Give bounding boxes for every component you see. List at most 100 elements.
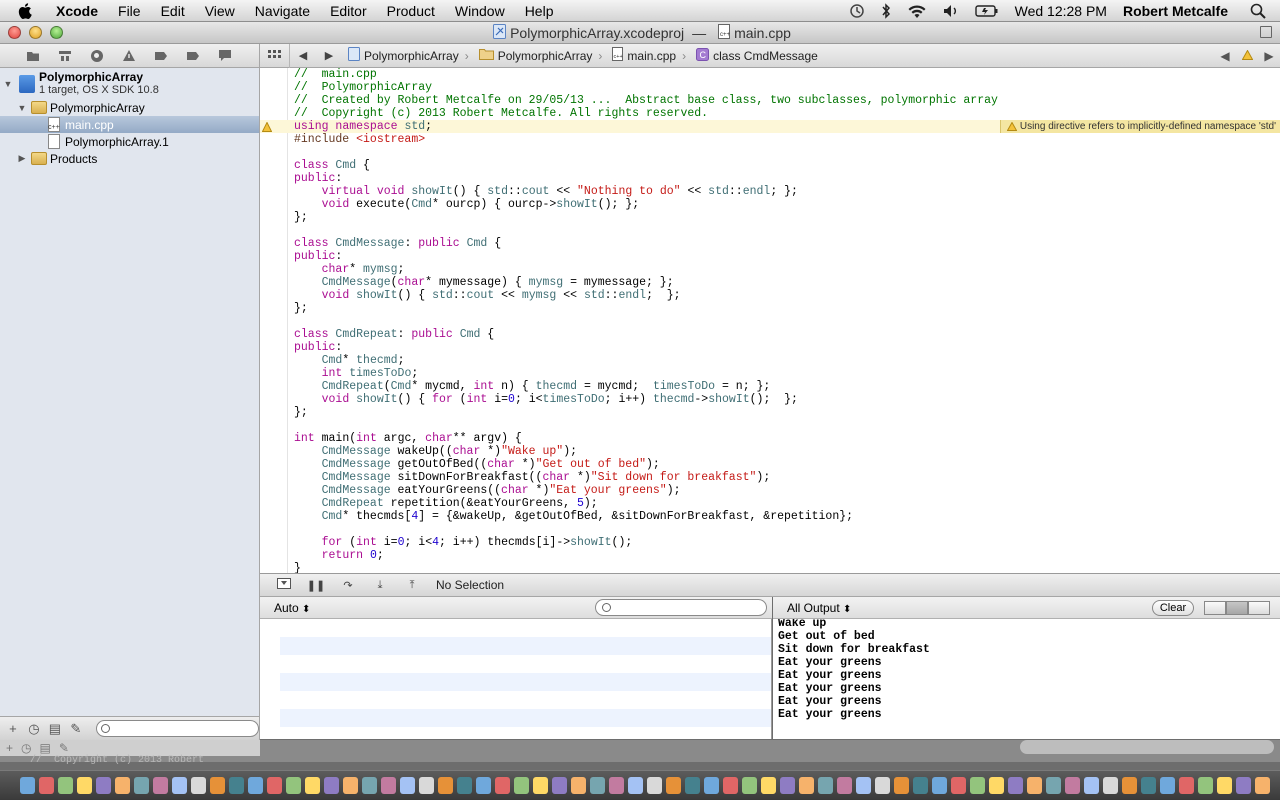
disclosure-expanded-icon[interactable]: ▼ bbox=[3, 79, 13, 89]
tree-group[interactable]: ▼ PolymorphicArray bbox=[0, 99, 259, 116]
code-line[interactable]: CmdRepeat repetition(&eatYourGreens, 5); bbox=[294, 497, 598, 510]
code-line[interactable]: class CmdRepeat: public Cmd { bbox=[294, 328, 494, 341]
code-line[interactable]: } bbox=[294, 562, 301, 573]
dock-app-icon[interactable] bbox=[666, 777, 681, 794]
wifi-icon[interactable] bbox=[899, 4, 935, 19]
dock-app-icon[interactable] bbox=[476, 777, 491, 794]
spotlight-icon[interactable] bbox=[1242, 3, 1280, 19]
menu-file[interactable]: File bbox=[108, 0, 151, 22]
dock-app-icon[interactable] bbox=[210, 777, 225, 794]
dock-app-icon[interactable] bbox=[913, 777, 928, 794]
code-line[interactable]: CmdMessage sitDownForBreakfast((char *)"… bbox=[294, 471, 771, 484]
show-console-only-icon[interactable] bbox=[1248, 601, 1270, 615]
step-into-icon[interactable]: ⤓ bbox=[364, 579, 396, 592]
related-items-icon[interactable] bbox=[260, 43, 290, 68]
code-line[interactable]: CmdMessage(char* mymessage) { mymsg = my… bbox=[294, 276, 674, 289]
time-machine-icon[interactable] bbox=[841, 3, 873, 19]
menu-clock[interactable]: Wed 12:28 PM bbox=[1007, 3, 1115, 19]
dock-app-icon[interactable] bbox=[419, 777, 434, 794]
show-variables-only-icon[interactable] bbox=[1204, 601, 1226, 615]
code-line[interactable]: // Created by Robert Metcalfe on 29/05/1… bbox=[294, 94, 998, 107]
apple-menu-icon[interactable] bbox=[14, 0, 36, 22]
menu-user[interactable]: Robert Metcalfe bbox=[1115, 3, 1242, 19]
dock-app-icon[interactable] bbox=[590, 777, 605, 794]
battery-icon[interactable] bbox=[967, 4, 1007, 18]
menu-app-xcode[interactable]: Xcode bbox=[52, 0, 108, 22]
dock-app-icon[interactable] bbox=[305, 777, 320, 794]
back-arrow-icon[interactable]: ◀ bbox=[290, 49, 316, 62]
code-line[interactable]: void showIt() { std::cout << mymsg << st… bbox=[294, 289, 681, 302]
dock-app-icon[interactable] bbox=[153, 777, 168, 794]
dock-app-icon[interactable] bbox=[1217, 777, 1232, 794]
breadcrumb-group[interactable]: PolymorphicArray › bbox=[473, 48, 602, 63]
tree-group-products[interactable]: ▶ Products bbox=[0, 150, 259, 167]
dock-app-icon[interactable] bbox=[1255, 777, 1270, 794]
variables-search-input[interactable] bbox=[595, 599, 767, 616]
dock-app-icon[interactable] bbox=[609, 777, 624, 794]
dock-app-icon[interactable] bbox=[1065, 777, 1080, 794]
code-line[interactable]: CmdRepeat(Cmd* mycmd, int n) { thecmd = … bbox=[294, 380, 771, 393]
dock-app-icon[interactable] bbox=[96, 777, 111, 794]
code-line[interactable]: // main.cpp bbox=[294, 68, 377, 81]
dock-app-icon[interactable] bbox=[58, 777, 73, 794]
breadcrumb-symbol[interactable]: Cclass CmdMessage bbox=[690, 47, 818, 64]
code-line[interactable]: Cmd* thecmd; bbox=[294, 354, 405, 367]
debug-navigator-icon[interactable] bbox=[150, 47, 172, 65]
navigator-filter-input[interactable] bbox=[95, 720, 260, 737]
code-line[interactable]: CmdMessage getOutOfBed((char *)"Get out … bbox=[294, 458, 660, 471]
dock-app-icon[interactable] bbox=[1008, 777, 1023, 794]
menu-window[interactable]: Window bbox=[445, 0, 515, 22]
code-line[interactable]: using namespace std; bbox=[294, 120, 432, 133]
editor-gutter[interactable] bbox=[260, 68, 288, 573]
variables-view[interactable] bbox=[260, 619, 772, 739]
menu-editor[interactable]: Editor bbox=[320, 0, 377, 22]
dock-app-icon[interactable] bbox=[248, 777, 263, 794]
dock-app-icon[interactable] bbox=[1160, 777, 1175, 794]
tree-file-manpage[interactable]: PolymorphicArray.1 bbox=[0, 133, 259, 150]
code-line[interactable]: return 0; bbox=[294, 549, 384, 562]
issue-navigator-icon[interactable] bbox=[118, 47, 140, 65]
dock-app-icon[interactable] bbox=[875, 777, 890, 794]
add-icon[interactable]: + bbox=[6, 721, 20, 736]
code-line[interactable]: char* mymsg; bbox=[294, 263, 405, 276]
pause-icon[interactable]: ❚❚ bbox=[300, 579, 332, 592]
code-line[interactable]: class Cmd { bbox=[294, 159, 370, 172]
dock-app-icon[interactable] bbox=[970, 777, 985, 794]
previous-issue-icon[interactable]: ◀ bbox=[1214, 49, 1236, 63]
code-line[interactable]: CmdMessage eatYourGreens((char *)"Eat yo… bbox=[294, 484, 681, 497]
dock-app-icon[interactable] bbox=[932, 777, 947, 794]
breadcrumb-project[interactable]: PolymorphicArray › bbox=[342, 47, 469, 64]
source-editor[interactable]: // main.cpp// PolymorphicArray// Created… bbox=[260, 68, 1280, 573]
dock-app-icon[interactable] bbox=[780, 777, 795, 794]
dock-app-icon[interactable] bbox=[39, 777, 54, 794]
dock-app-icon[interactable] bbox=[552, 777, 567, 794]
dock-app-icon[interactable] bbox=[571, 777, 586, 794]
symbol-navigator-icon[interactable] bbox=[54, 47, 76, 65]
code-line[interactable]: }; bbox=[294, 406, 308, 419]
issue-warning-icon[interactable] bbox=[1236, 49, 1258, 63]
code-line[interactable]: int timesToDo; bbox=[294, 367, 419, 380]
code-line[interactable]: }; bbox=[294, 211, 308, 224]
project-navigator-icon[interactable] bbox=[22, 47, 44, 65]
dock-app-icon[interactable] bbox=[1046, 777, 1061, 794]
disclosure-collapsed-icon[interactable]: ▶ bbox=[17, 153, 27, 164]
dock-app-icon[interactable] bbox=[438, 777, 453, 794]
step-out-icon[interactable]: ⤒ bbox=[396, 579, 428, 592]
dock-app-icon[interactable] bbox=[267, 777, 282, 794]
dock-app-icon[interactable] bbox=[77, 777, 92, 794]
dock-app-icon[interactable] bbox=[381, 777, 396, 794]
dock-app-icon[interactable] bbox=[704, 777, 719, 794]
menu-navigate[interactable]: Navigate bbox=[245, 0, 320, 22]
fullscreen-icon[interactable] bbox=[1260, 26, 1272, 38]
dock-app-icon[interactable] bbox=[628, 777, 643, 794]
recent-files-clock-icon[interactable]: ◷ bbox=[27, 721, 41, 737]
dock-app-icon[interactable] bbox=[1027, 777, 1042, 794]
code-line[interactable]: public: bbox=[294, 250, 342, 263]
dock-app-icon[interactable] bbox=[514, 777, 529, 794]
forward-arrow-icon[interactable]: ▶ bbox=[316, 49, 342, 62]
dock-app-icon[interactable] bbox=[115, 777, 130, 794]
dock-app-icon[interactable] bbox=[951, 777, 966, 794]
console-output-popup[interactable]: All Output ⬍ bbox=[787, 601, 851, 615]
dock-app-icon[interactable] bbox=[894, 777, 909, 794]
dock-app-icon[interactable] bbox=[20, 777, 35, 794]
